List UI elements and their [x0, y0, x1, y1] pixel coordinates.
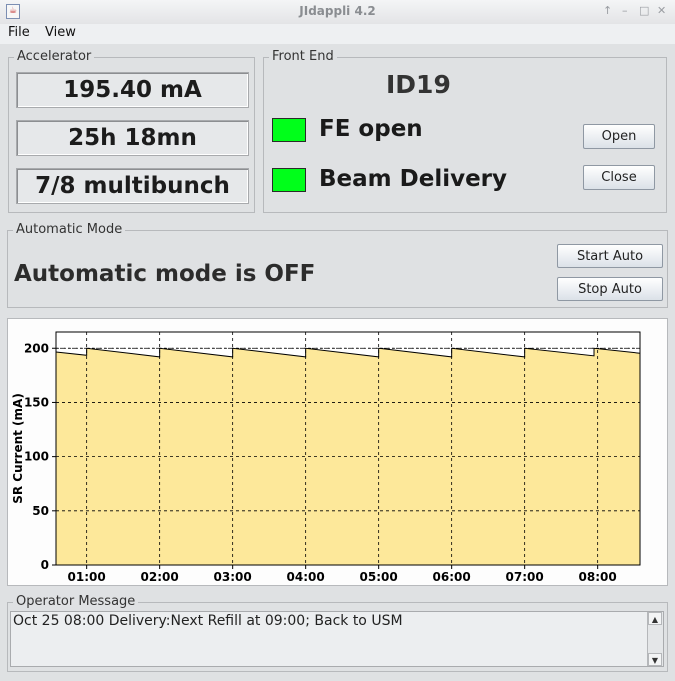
- start-auto-button[interactable]: Start Auto: [557, 244, 663, 268]
- open-button[interactable]: Open: [583, 124, 655, 149]
- operator-message-panel-title: Operator Message: [13, 594, 139, 610]
- x-tick-label-0700: 07:00: [506, 570, 544, 584]
- front-end-panel-title: Front End: [269, 49, 337, 65]
- x-tick-label-0100: 01:00: [68, 570, 106, 584]
- automatic-mode-panel: Automatic Mode Automatic mode is OFF Sta…: [7, 222, 668, 308]
- y-axis-label: SR Current (mA): [11, 393, 25, 504]
- close-button[interactable]: Close: [583, 165, 655, 190]
- sr-current-chart: 0 50 100 150 200 01:00 02:00 03:00 04:00 05:00 06:…: [11, 331, 641, 584]
- fe-open-label: FE open: [319, 116, 423, 142]
- close-icon[interactable]: ✕: [657, 5, 666, 17]
- x-tick-label-0400: 04:00: [287, 570, 325, 584]
- x-tick-label-0800: 08:00: [579, 570, 617, 584]
- stop-auto-button[interactable]: Stop Auto: [557, 277, 663, 301]
- beam-delivery-indicator: [272, 168, 306, 192]
- operator-message-panel: Operator Message Oct 25 08:00 Delivery:N…: [7, 594, 668, 672]
- x-tick-label-0600: 06:00: [433, 570, 471, 584]
- message-scrollbar[interactable]: ▲ ▼: [647, 612, 663, 666]
- lifetime-value: 25h 18mn: [16, 120, 249, 156]
- operator-message-text: Oct 25 08:00 Delivery:Next Refill at 09:…: [13, 613, 403, 629]
- filling-mode-value: 7/8 multibunch: [16, 168, 249, 204]
- beam-current-value: 195.40 mA: [16, 72, 249, 108]
- title-bar[interactable]: ☕ JIdappli 4.2 ↑ – □ ✕: [0, 0, 675, 25]
- fe-open-indicator: [272, 118, 306, 142]
- x-tick-label-0200: 02:00: [141, 570, 179, 584]
- scroll-up-icon[interactable]: ▲: [648, 612, 662, 625]
- x-tick-label-0300: 03:00: [214, 570, 252, 584]
- beamline-name: ID19: [386, 70, 451, 99]
- maximize-icon[interactable]: □: [639, 5, 649, 17]
- y-tick-label-100: 100: [24, 450, 49, 464]
- menu-view[interactable]: View: [45, 25, 76, 40]
- operator-message-area[interactable]: Oct 25 08:00 Delivery:Next Refill at 09:…: [10, 611, 664, 667]
- automatic-mode-panel-title: Automatic Mode: [13, 222, 126, 238]
- menu-file[interactable]: File: [8, 25, 30, 40]
- minimize-icon[interactable]: –: [622, 5, 628, 17]
- front-end-panel: Front End ID19 FE open Beam Delivery Ope…: [263, 49, 667, 213]
- series-area-fill: [56, 348, 640, 565]
- window-title: JIdappli 4.2: [299, 4, 376, 18]
- accelerator-panel-title: Accelerator: [14, 49, 95, 65]
- accelerator-panel: Accelerator 195.40 mA 25h 18mn 7/8 multi…: [8, 49, 255, 213]
- automatic-mode-status: Automatic mode is OFF: [14, 261, 316, 287]
- y-tick-label-200: 200: [24, 341, 49, 355]
- keep-above-icon[interactable]: ↑: [603, 5, 612, 17]
- x-tick-label-0500: 05:00: [360, 570, 398, 584]
- sr-current-chart-panel: 0 50 100 150 200 01:00 02:00 03:00 04:00 05:00 06:…: [7, 318, 668, 586]
- beam-delivery-label: Beam Delivery: [319, 166, 508, 192]
- y-tick-label-0: 0: [41, 558, 49, 572]
- menu-bar: File View: [0, 24, 675, 44]
- scroll-down-icon[interactable]: ▼: [648, 653, 662, 666]
- y-tick-label-150: 150: [24, 395, 49, 409]
- y-tick-label-50: 50: [32, 504, 49, 518]
